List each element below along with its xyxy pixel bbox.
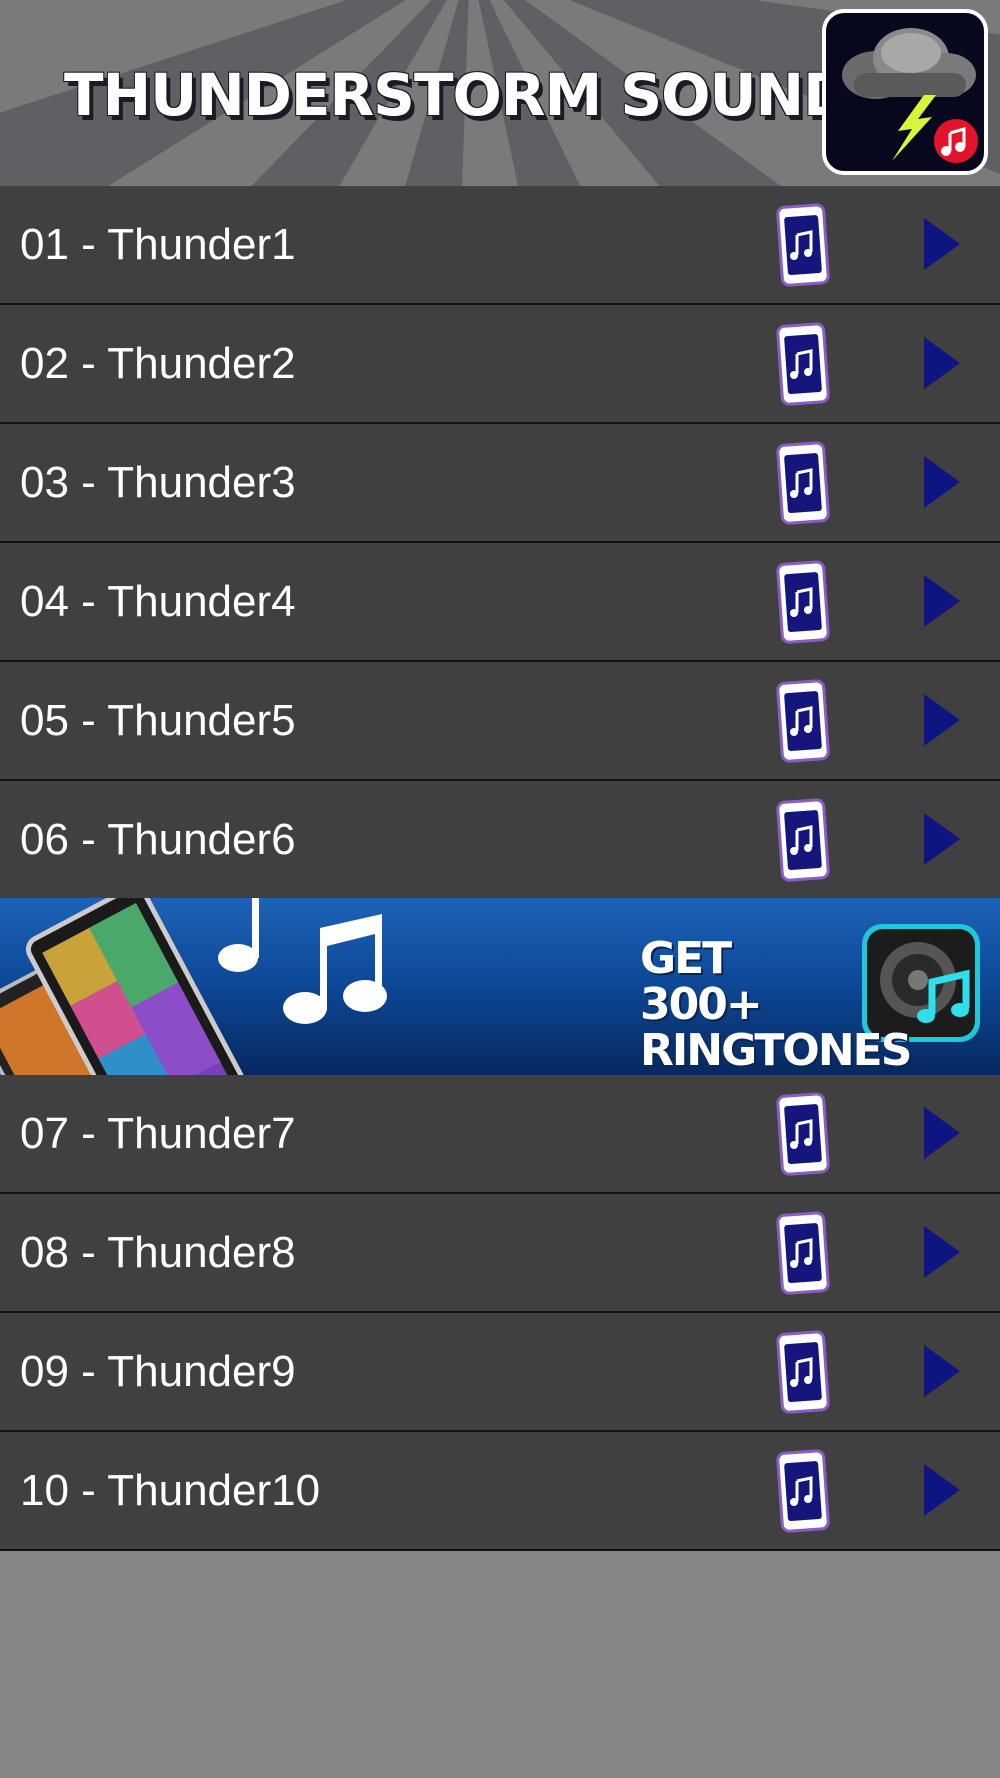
play-icon[interactable]	[916, 335, 976, 391]
list-item[interactable]: 03 - Thunder3	[0, 424, 1000, 543]
list-item[interactable]: 01 - Thunder1	[0, 186, 1000, 305]
play-icon[interactable]	[916, 1105, 976, 1161]
list-item[interactable]: 08 - Thunder8	[0, 1194, 1000, 1313]
ringtones-ad-banner[interactable]: GET 300+ RINGTONES	[0, 898, 1000, 1075]
app-title: THUNDERSTORM SOUNDS	[64, 61, 892, 129]
phone-music-icon[interactable]	[776, 678, 832, 764]
track-label: 08 - Thunder8	[20, 1228, 296, 1277]
banner-line-1: GET 300+	[640, 933, 763, 1030]
track-label: 01 - Thunder1	[20, 220, 296, 269]
phone-music-icon[interactable]	[776, 202, 832, 288]
track-label: 06 - Thunder6	[20, 815, 296, 864]
play-icon[interactable]	[916, 692, 976, 748]
banner-headline: GET 300+ RINGTONES	[640, 933, 912, 1075]
phone-music-icon[interactable]	[776, 1091, 832, 1177]
phone-music-icon[interactable]	[776, 440, 832, 526]
list-item[interactable]: 10 - Thunder10	[0, 1432, 1000, 1551]
phone-music-icon[interactable]	[776, 1329, 832, 1415]
banner-line-2: RINGTONES	[640, 1025, 912, 1075]
app-header: THUNDERSTORM SOUNDS	[0, 0, 1000, 186]
list-item[interactable]: 02 - Thunder2	[0, 305, 1000, 424]
track-label: 02 - Thunder2	[20, 339, 296, 388]
thunder-cloud-music-icon	[822, 9, 988, 175]
play-icon[interactable]	[916, 1224, 976, 1280]
list-item[interactable]: 06 - Thunder6	[0, 781, 1000, 900]
play-icon[interactable]	[916, 1343, 976, 1399]
phone-music-icon[interactable]	[776, 1210, 832, 1296]
play-icon[interactable]	[916, 573, 976, 629]
phone-music-icon[interactable]	[776, 1448, 832, 1534]
list-item[interactable]: 04 - Thunder4	[0, 543, 1000, 662]
phone-music-icon[interactable]	[776, 321, 832, 407]
play-icon[interactable]	[916, 454, 976, 510]
play-icon[interactable]	[916, 1462, 976, 1518]
track-label: 10 - Thunder10	[20, 1466, 321, 1515]
track-label: 04 - Thunder4	[20, 577, 296, 626]
track-label: 05 - Thunder5	[20, 696, 296, 745]
phone-music-icon[interactable]	[776, 559, 832, 645]
track-label: 03 - Thunder3	[20, 458, 296, 507]
play-icon[interactable]	[916, 811, 976, 867]
list-item[interactable]: 07 - Thunder7	[0, 1075, 1000, 1194]
phone-music-icon[interactable]	[776, 797, 832, 883]
list-item[interactable]: 09 - Thunder9	[0, 1313, 1000, 1432]
play-icon[interactable]	[916, 216, 976, 272]
list-item[interactable]: 05 - Thunder5	[0, 662, 1000, 781]
track-label: 09 - Thunder9	[20, 1347, 296, 1396]
track-label: 07 - Thunder7	[20, 1109, 296, 1158]
